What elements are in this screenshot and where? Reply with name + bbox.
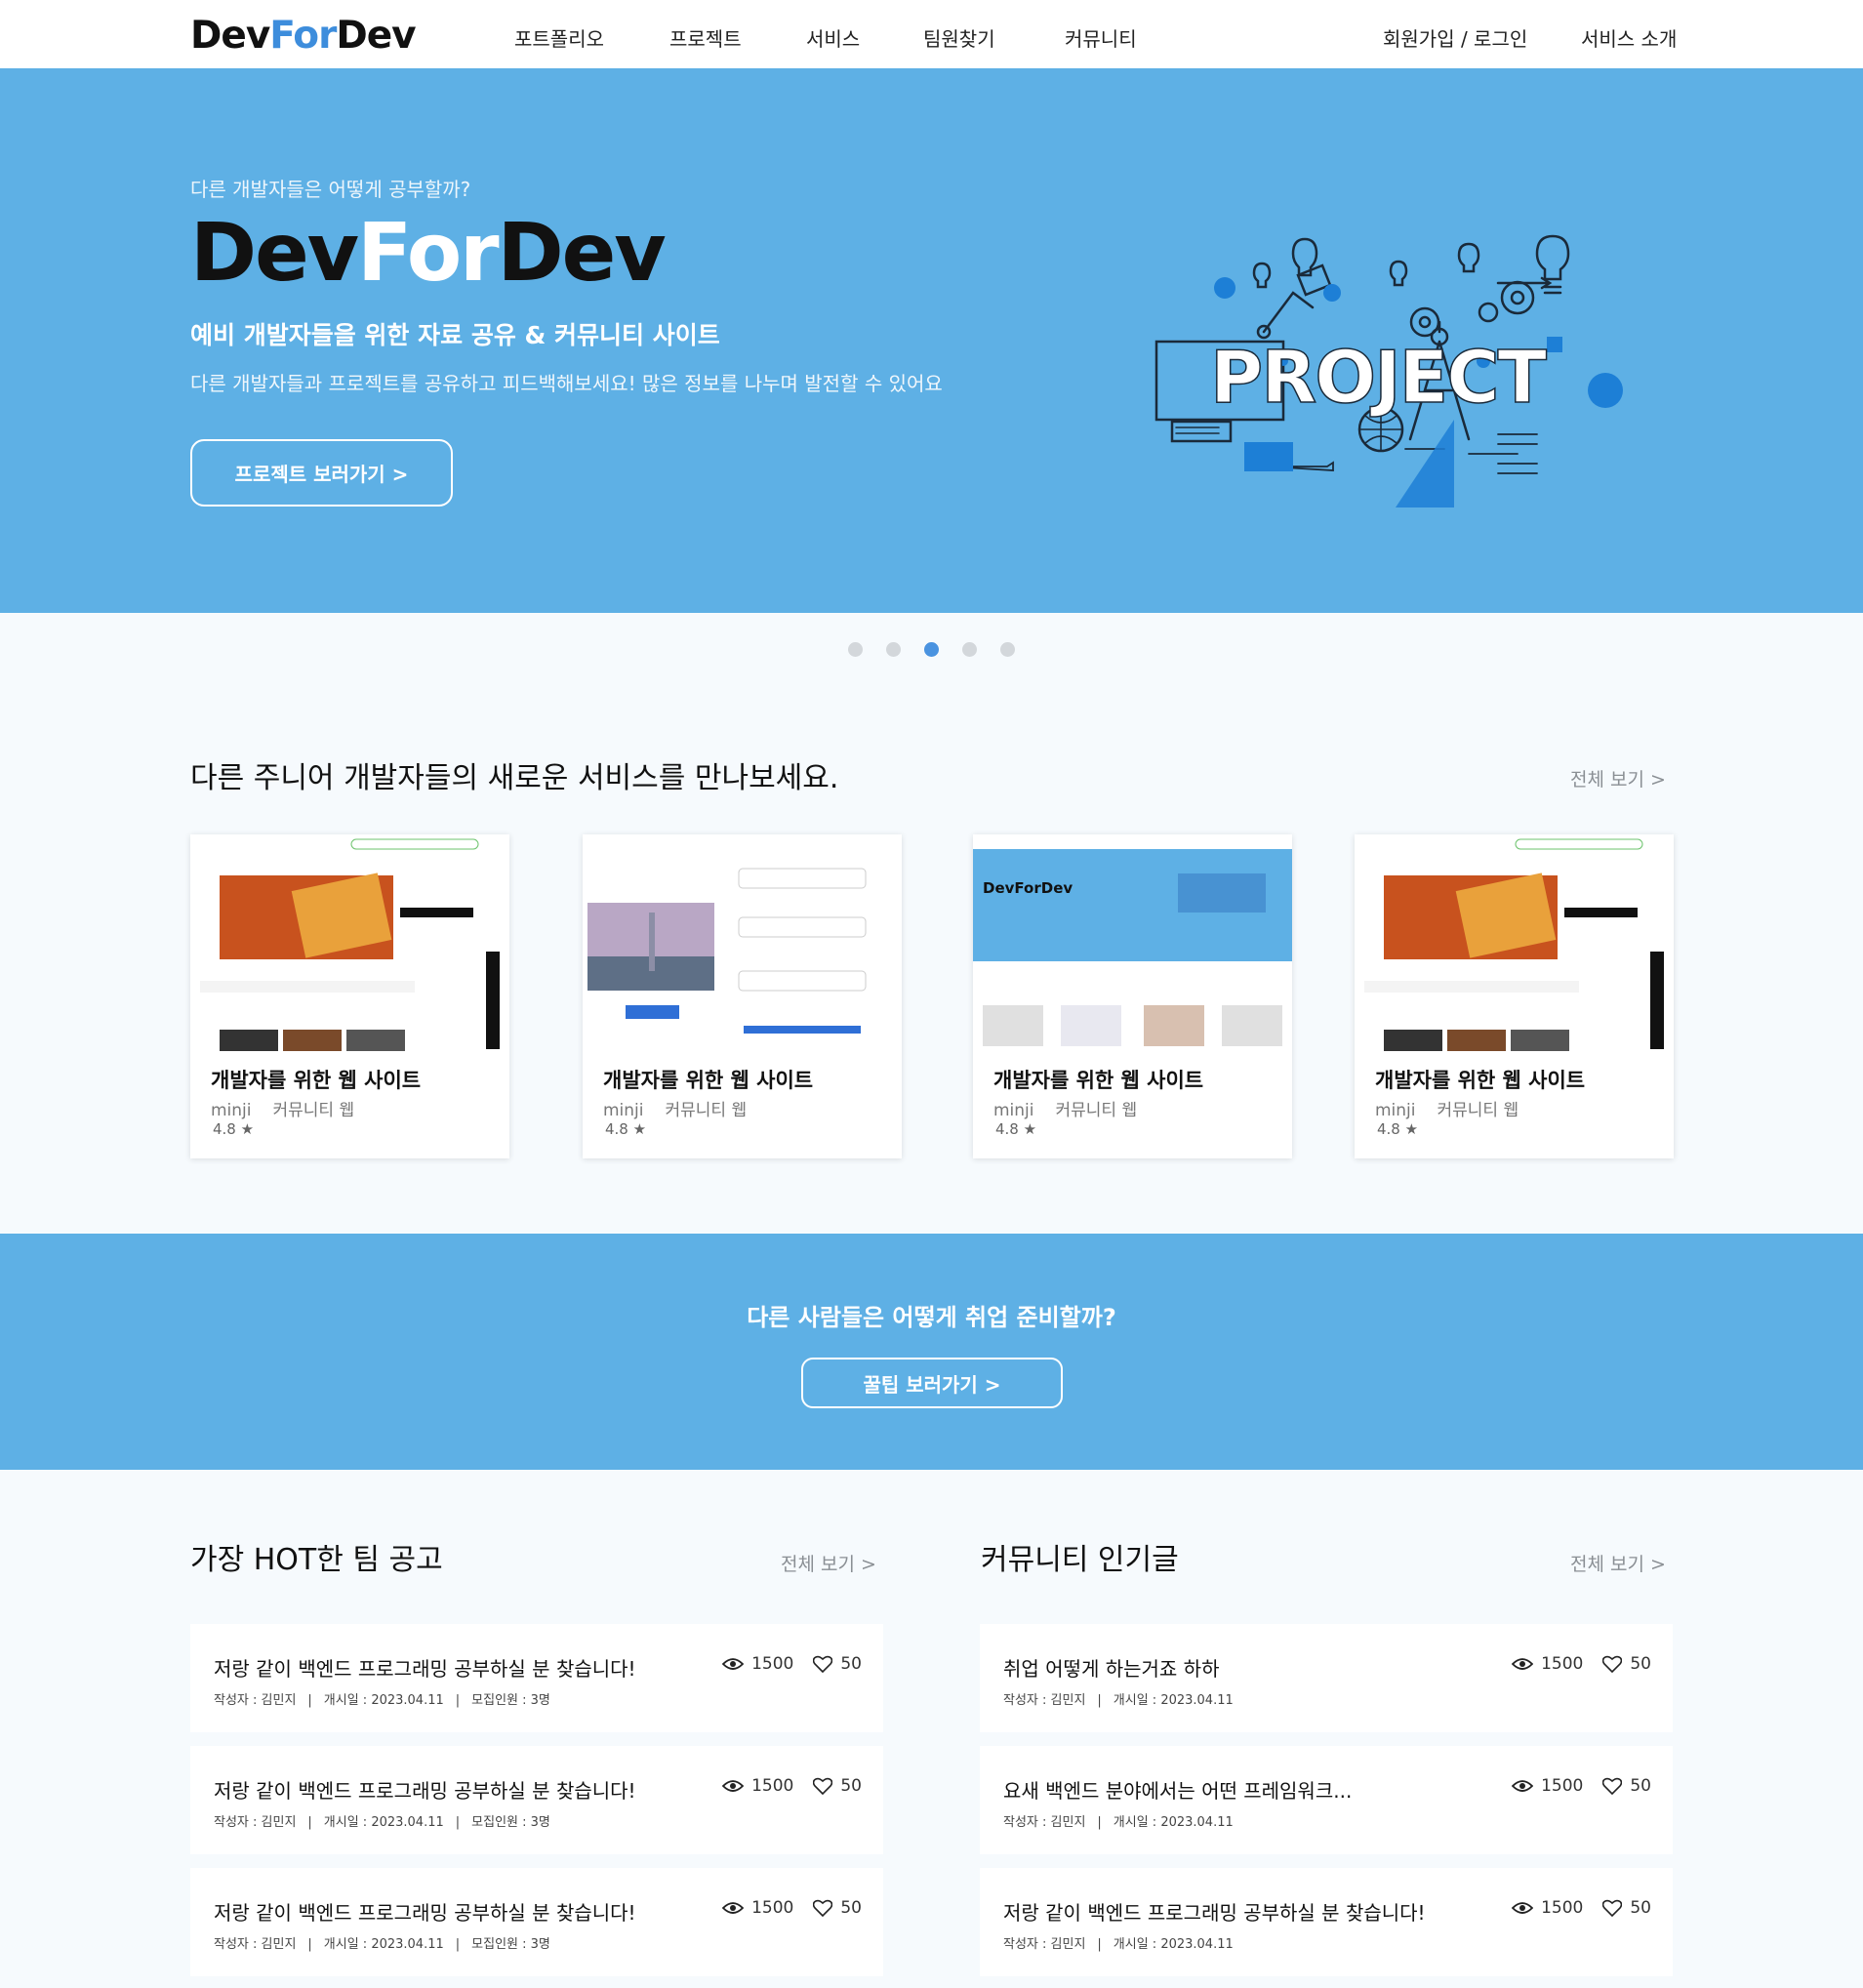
service-card-meta: minji 커뮤니티 웹 xyxy=(603,1101,748,1120)
nav-projects[interactable]: 프로젝트 xyxy=(669,23,742,52)
carousel-dot-3[interactable] xyxy=(924,642,939,657)
post-stats: 1500 50 xyxy=(1512,1898,1651,1918)
services-section-title: 다른 주니어 개발자들의 새로운 서비스를 만나보세요. xyxy=(190,761,839,795)
post-title: 저랑 같이 백엔드 프로그래밍 공부하실 분 찾습니다! xyxy=(214,1657,636,1681)
service-card[interactable]: 개발자를 위한 웹 사이트 minji 커뮤니티 웹 4.8 ★ xyxy=(583,834,902,1158)
community-post[interactable]: 요새 백엔드 분야에서는 어떤 프레임워크... 작성자 : 김민지 | 개시일 :… xyxy=(980,1746,1673,1854)
eye-icon xyxy=(722,1658,745,1670)
job-prep-text: 다른 사람들은 어떻게 취업 준비할까? xyxy=(747,1304,1116,1331)
service-card-rating: 4.8 ★ xyxy=(605,1120,647,1138)
heart-icon[interactable] xyxy=(813,1777,833,1795)
service-card-rating: 4.8 ★ xyxy=(995,1120,1037,1138)
nav-portfolio[interactable]: 포트폴리오 xyxy=(514,23,604,52)
post-title: 취업 어떻게 하는거죠 하하 xyxy=(1003,1657,1220,1681)
community-post[interactable]: 저랑 같이 백엔드 프로그래밍 공부하실 분 찾습니다! 작성자 : 김민지 | 개… xyxy=(980,1868,1673,1976)
post-meta: 작성자 : 김민지 | 개시일 : 2023.04.11 | 모집인원 : 3명 xyxy=(214,1815,550,1830)
view-projects-button[interactable]: 프로젝트 보러가기 > xyxy=(190,439,453,507)
heart-icon[interactable] xyxy=(813,1899,833,1917)
post-stats: 1500 50 xyxy=(1512,1776,1651,1796)
service-card-title: 개발자를 위한 웹 사이트 xyxy=(1375,1069,1586,1092)
post-meta: 작성자 : 김민지 | 개시일 : 2023.04.11 | 모집인원 : 3명 xyxy=(214,1937,550,1952)
eye-icon xyxy=(1512,1780,1534,1792)
nav-signup-login[interactable]: 회원가입 / 로그인 xyxy=(1383,23,1527,52)
post-title: 저랑 같이 백엔드 프로그래밍 공부하실 분 찾습니다! xyxy=(214,1901,636,1925)
team-post[interactable]: 저랑 같이 백엔드 프로그래밍 공부하실 분 찾습니다! 작성자 : 김민지 | 개… xyxy=(190,1868,883,1976)
svg-text:DevForDev: DevForDev xyxy=(983,879,1073,897)
site-logo[interactable]: DevForDev xyxy=(190,14,417,58)
carousel-dot-4[interactable] xyxy=(962,642,977,657)
heart-icon[interactable] xyxy=(1602,1655,1623,1673)
eye-icon xyxy=(722,1902,745,1914)
hero-description: 다른 개발자들과 프로젝트를 공유하고 피드백해보세요! 많은 정보를 나누며 … xyxy=(190,372,943,395)
heart-icon[interactable] xyxy=(1602,1899,1623,1917)
nav-find-team[interactable]: 팀원찾기 xyxy=(923,23,995,52)
community-post[interactable]: 취업 어떻게 하는거죠 하하 작성자 : 김민지 | 개시일 : 2023.04.1… xyxy=(980,1624,1673,1732)
svg-text:PROJECT: PROJECT xyxy=(1210,336,1548,420)
service-thumbnail xyxy=(1355,834,1674,1051)
hero-carousel-dots xyxy=(0,642,1863,658)
service-card-title: 개발자를 위한 웹 사이트 xyxy=(603,1069,814,1092)
service-card[interactable]: DevForDev 개발자를 위한 웹 사이트 minji 커뮤니티 웹 4.8 … xyxy=(973,834,1292,1158)
carousel-dot-5[interactable] xyxy=(1000,642,1015,657)
service-card-meta: minji 커뮤니티 웹 xyxy=(1375,1101,1519,1120)
job-prep-banner: 다른 사람들은 어떻게 취업 준비할까? 꿀팁 보러가기 > xyxy=(0,1234,1863,1470)
nav-about[interactable]: 서비스 소개 xyxy=(1581,23,1677,52)
hot-teams-title: 가장 HOT한 팀 공고 xyxy=(190,1543,443,1577)
post-stats: 1500 50 xyxy=(722,1654,862,1674)
hot-teams-see-all-link[interactable]: 전체 보기 > xyxy=(781,1550,876,1576)
post-meta: 작성자 : 김민지 | 개시일 : 2023.04.11 | 모집인원 : 3명 xyxy=(214,1693,550,1708)
hero-subtitle: 예비 개발자들을 위한 자료 공유 & 커뮤니티 사이트 xyxy=(190,321,720,349)
service-card-meta: minji 커뮤니티 웹 xyxy=(993,1101,1138,1120)
view-tips-button[interactable]: 꿀팁 보러가기 > xyxy=(801,1358,1063,1408)
service-card[interactable]: 개발자를 위한 웹 사이트 minji 커뮤니티 웹 4.8 ★ xyxy=(190,834,509,1158)
carousel-dot-1[interactable] xyxy=(848,642,863,657)
project-illustration: PROJECT xyxy=(1154,234,1623,507)
service-card-meta: minji 커뮤니티 웹 xyxy=(211,1101,355,1120)
community-see-all-link[interactable]: 전체 보기 > xyxy=(1570,1550,1666,1576)
hero-banner: 다른 개발자들은 어떻게 공부할까? DevForDev 예비 개발자들을 위한… xyxy=(0,68,1863,613)
post-meta: 작성자 : 김민지 | 개시일 : 2023.04.11 xyxy=(1003,1693,1234,1708)
post-stats: 1500 50 xyxy=(1512,1654,1651,1674)
post-title: 요새 백엔드 분야에서는 어떤 프레임워크... xyxy=(1003,1779,1353,1803)
hero-question: 다른 개발자들은 어떻게 공부할까? xyxy=(190,178,471,201)
service-card-title: 개발자를 위한 웹 사이트 xyxy=(211,1069,422,1092)
heart-icon[interactable] xyxy=(813,1655,833,1673)
carousel-dot-2[interactable] xyxy=(886,642,901,657)
nav-services[interactable]: 서비스 xyxy=(806,23,860,52)
eye-icon xyxy=(1512,1658,1534,1670)
post-meta: 작성자 : 김민지 | 개시일 : 2023.04.11 xyxy=(1003,1815,1234,1830)
heart-icon[interactable] xyxy=(1602,1777,1623,1795)
team-post[interactable]: 저랑 같이 백엔드 프로그래밍 공부하실 분 찾습니다! 작성자 : 김민지 | 개… xyxy=(190,1624,883,1732)
service-thumbnail xyxy=(583,834,902,1051)
hero-title: DevForDev xyxy=(190,207,667,300)
nav-community[interactable]: 커뮤니티 xyxy=(1065,23,1137,52)
service-thumbnail: DevForDev xyxy=(973,834,1292,1051)
post-stats: 1500 50 xyxy=(722,1776,862,1796)
eye-icon xyxy=(1512,1902,1534,1914)
service-card[interactable]: 개발자를 위한 웹 사이트 minji 커뮤니티 웹 4.8 ★ xyxy=(1355,834,1674,1158)
services-see-all-link[interactable]: 전체 보기 > xyxy=(1570,765,1666,791)
post-title: 저랑 같이 백엔드 프로그래밍 공부하실 분 찾습니다! xyxy=(214,1779,636,1803)
community-popular-title: 커뮤니티 인기글 xyxy=(981,1543,1179,1577)
service-thumbnail xyxy=(190,834,509,1051)
service-card-rating: 4.8 ★ xyxy=(213,1120,255,1138)
service-card-title: 개발자를 위한 웹 사이트 xyxy=(993,1069,1204,1092)
service-card-rating: 4.8 ★ xyxy=(1377,1120,1419,1138)
post-meta: 작성자 : 김민지 | 개시일 : 2023.04.11 xyxy=(1003,1937,1234,1952)
team-post[interactable]: 저랑 같이 백엔드 프로그래밍 공부하실 분 찾습니다! 작성자 : 김민지 | 개… xyxy=(190,1746,883,1854)
site-header: DevForDev 포트폴리오 프로젝트 서비스 팀원찾기 커뮤니티 회원가입 … xyxy=(0,0,1863,68)
post-stats: 1500 50 xyxy=(722,1898,862,1918)
post-title: 저랑 같이 백엔드 프로그래밍 공부하실 분 찾습니다! xyxy=(1003,1901,1426,1925)
eye-icon xyxy=(722,1780,745,1792)
